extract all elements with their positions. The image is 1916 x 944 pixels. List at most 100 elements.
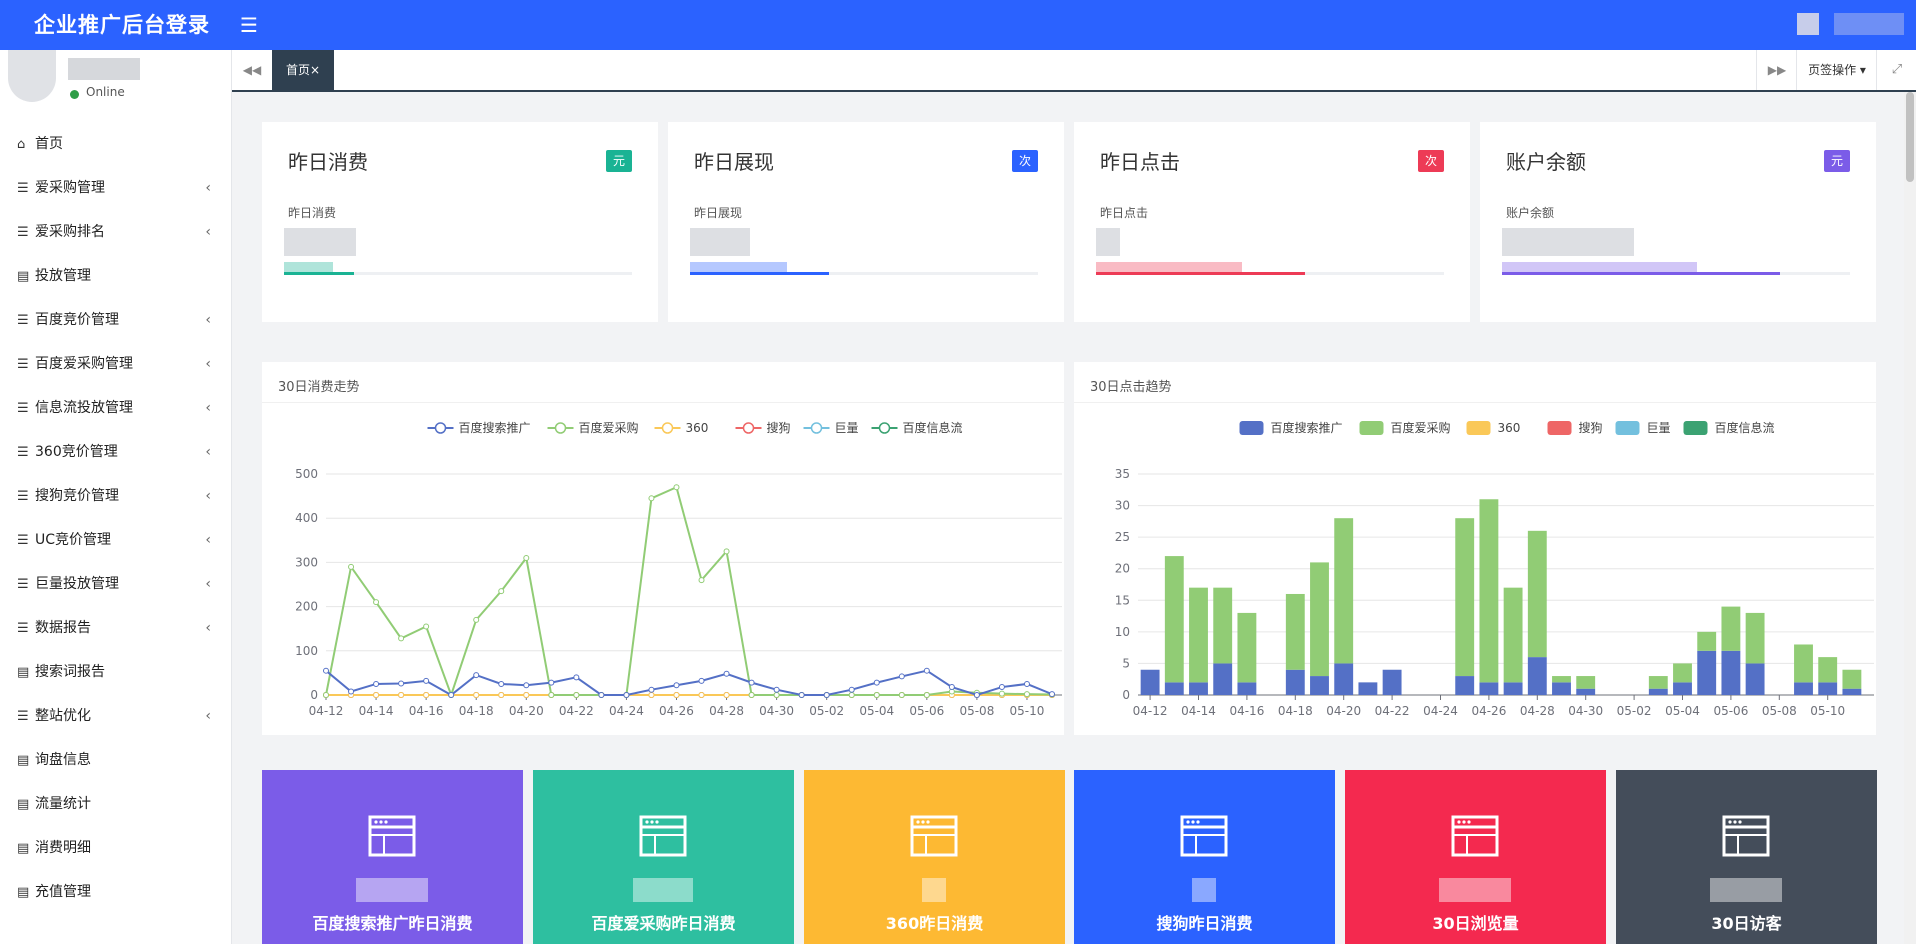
data-point[interactable] [548, 692, 555, 698]
data-point[interactable] [473, 672, 480, 679]
legend-item[interactable]: 360 [1466, 421, 1521, 435]
data-point[interactable] [698, 577, 705, 584]
bar[interactable] [1285, 593, 1305, 670]
data-point[interactable] [323, 692, 329, 698]
data-point[interactable] [723, 692, 730, 698]
bar[interactable] [1310, 676, 1329, 695]
tab-scroll-right-button[interactable]: ▶▶ [1756, 50, 1797, 90]
legend-item[interactable]: 搜狗 [1547, 420, 1603, 435]
sidebar-item-1[interactable]: ☰ 爱采购管理 ‹ [0, 166, 231, 210]
summary-tile[interactable]: 30日浏览量 [1345, 770, 1606, 944]
legend-item[interactable]: 巨量 [1615, 421, 1671, 435]
bar[interactable] [1237, 612, 1257, 683]
bar[interactable] [1552, 682, 1571, 695]
data-point[interactable] [698, 692, 705, 698]
bar[interactable] [1576, 676, 1596, 689]
bar[interactable] [1745, 663, 1765, 695]
legend-item[interactable]: 百度搜索推广 [427, 420, 531, 435]
data-point[interactable] [698, 677, 705, 684]
summary-tile[interactable]: 30日访客 [1616, 770, 1877, 944]
sidebar-item-3[interactable]: ▤ 投放管理 [0, 254, 231, 298]
bar[interactable] [1818, 657, 1838, 683]
data-point[interactable] [723, 670, 730, 677]
bar[interactable] [1842, 688, 1862, 695]
sidebar-item-13[interactable]: ☰ 整站优化 ‹ [0, 694, 231, 738]
data-point[interactable] [598, 692, 605, 698]
data-point[interactable] [498, 588, 505, 595]
data-point[interactable] [748, 679, 755, 686]
bar[interactable] [1503, 587, 1523, 683]
legend-item[interactable]: 百度搜索推广 [1239, 420, 1343, 435]
data-point[interactable] [898, 673, 905, 680]
bar[interactable] [1479, 682, 1499, 695]
data-point[interactable] [348, 563, 355, 570]
data-point[interactable] [998, 690, 1005, 697]
bar[interactable] [1382, 669, 1402, 695]
bar[interactable] [1189, 682, 1208, 695]
sidebar-item-17[interactable]: ▤ 充值管理 [0, 870, 231, 914]
data-point[interactable] [648, 692, 655, 698]
legend-item[interactable]: 百度信息流 [1683, 420, 1775, 435]
data-point[interactable] [548, 679, 555, 686]
bar[interactable] [1673, 682, 1692, 695]
data-point[interactable] [423, 692, 430, 698]
top-avatar[interactable] [1797, 13, 1819, 35]
summary-tile[interactable]: 360昨日消费 [804, 770, 1065, 944]
bar[interactable] [1164, 556, 1184, 683]
bar[interactable] [1576, 688, 1596, 695]
top-user-name[interactable] [1834, 13, 1904, 35]
bar[interactable] [1527, 657, 1547, 695]
legend-item[interactable]: 百度信息流 [871, 420, 963, 435]
sidebar-item-12[interactable]: ▤ 搜索词报告 [0, 650, 231, 694]
data-point[interactable] [523, 682, 530, 689]
bar[interactable] [1237, 682, 1257, 695]
bar[interactable] [1503, 682, 1523, 695]
bar[interactable] [1794, 682, 1813, 695]
data-point[interactable] [523, 554, 530, 561]
data-point[interactable] [748, 692, 755, 698]
sidebar-item-11[interactable]: ☰ 数据报告 ‹ [0, 606, 231, 650]
bar[interactable] [1721, 650, 1741, 695]
data-point[interactable] [773, 692, 780, 698]
data-point[interactable] [848, 686, 855, 693]
sidebar-item-9[interactable]: ☰ UC竞价管理 ‹ [0, 518, 231, 562]
legend-item[interactable]: 百度爱采购 [547, 420, 639, 435]
summary-tile[interactable]: 百度搜索推广昨日消费 [262, 770, 523, 944]
data-point[interactable] [523, 692, 530, 698]
sidebar-item-0[interactable]: ⌂ 首页 [0, 122, 231, 166]
bar[interactable] [1358, 682, 1378, 695]
bar[interactable] [1140, 669, 1160, 695]
data-point[interactable] [998, 684, 1005, 691]
data-point[interactable] [373, 680, 380, 687]
bar[interactable] [1648, 688, 1668, 695]
data-point[interactable] [1023, 691, 1030, 698]
summary-tile[interactable]: 搜狗昨日消费 [1074, 770, 1335, 944]
bar[interactable] [1552, 676, 1571, 683]
tab-ops-dropdown[interactable]: 页签操作 ▾ [1796, 50, 1877, 90]
data-point[interactable] [648, 686, 655, 693]
data-point[interactable] [498, 692, 505, 698]
tab-close-icon[interactable]: × [310, 63, 320, 77]
data-point[interactable] [798, 692, 805, 698]
bar[interactable] [1527, 530, 1547, 658]
sidebar-item-10[interactable]: ☰ 巨量投放管理 ‹ [0, 562, 231, 606]
bar[interactable] [1648, 676, 1668, 689]
data-point[interactable] [873, 692, 880, 698]
data-point[interactable] [423, 677, 430, 684]
sidebar-item-8[interactable]: ☰ 搜狗竞价管理 ‹ [0, 474, 231, 518]
bar[interactable] [1189, 587, 1208, 683]
sidebar-item-15[interactable]: ▤ 流量统计 [0, 782, 231, 826]
data-point[interactable] [898, 692, 905, 698]
sidebar-item-7[interactable]: ☰ 360竞价管理 ‹ [0, 430, 231, 474]
sidebar-item-4[interactable]: ☰ 百度竞价管理 ‹ [0, 298, 231, 342]
data-point[interactable] [848, 692, 855, 698]
data-point[interactable] [873, 679, 880, 686]
scrollbar-thumb[interactable] [1906, 92, 1914, 182]
bar[interactable] [1213, 663, 1233, 695]
data-point[interactable] [948, 684, 955, 691]
data-point[interactable] [1049, 691, 1055, 698]
data-point[interactable] [923, 692, 930, 698]
page-scrollbar[interactable] [1904, 92, 1916, 944]
bar[interactable] [1213, 587, 1233, 664]
sidebar-item-16[interactable]: ▤ 消费明细 [0, 826, 231, 870]
